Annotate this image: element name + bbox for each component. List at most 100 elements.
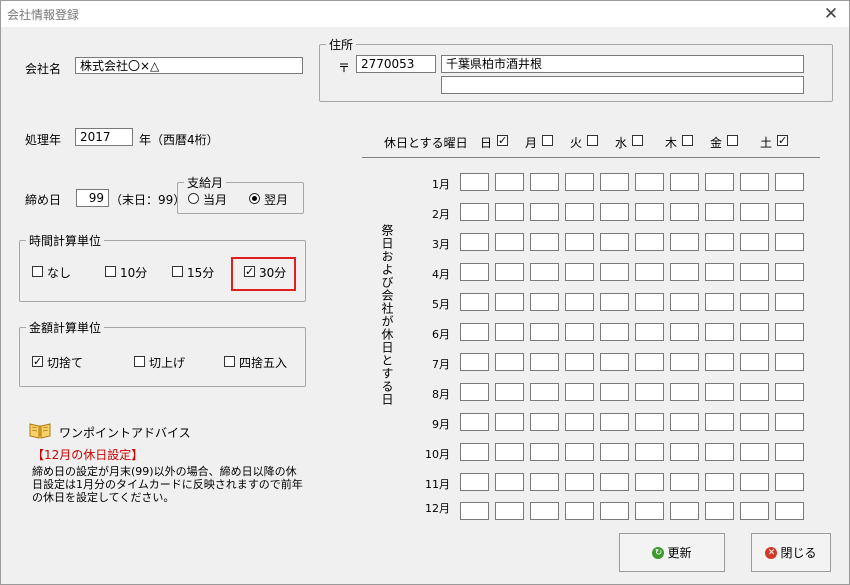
holiday-date-cell[interactable] [460,203,489,221]
close-button[interactable]: ✕ 閉じる [751,533,831,572]
holiday-date-cell[interactable] [740,383,769,401]
holiday-date-cell[interactable] [635,203,664,221]
holiday-date-cell[interactable] [635,502,664,520]
holiday-date-cell[interactable] [495,443,524,461]
holiday-date-cell[interactable] [705,383,734,401]
holiday-date-cell[interactable] [530,323,559,341]
holiday-date-cell[interactable] [740,293,769,311]
holiday-date-cell[interactable] [460,413,489,431]
weekday-sun-checkbox[interactable]: ✓ [497,135,508,146]
holiday-date-cell[interactable] [495,473,524,491]
holiday-date-cell[interactable] [705,473,734,491]
holiday-date-cell[interactable] [670,263,699,281]
holiday-date-cell[interactable] [775,263,804,281]
amount-round-checkbox[interactable] [224,356,235,367]
holiday-date-cell[interactable] [565,233,594,251]
holiday-date-cell[interactable] [565,353,594,371]
holiday-date-cell[interactable] [740,173,769,191]
holiday-date-cell[interactable] [670,383,699,401]
holiday-date-cell[interactable] [530,173,559,191]
holiday-date-cell[interactable] [600,353,629,371]
holiday-date-cell[interactable] [705,502,734,520]
holiday-date-cell[interactable] [670,293,699,311]
close-icon[interactable]: ✕ [819,3,843,25]
holiday-date-cell[interactable] [600,473,629,491]
holiday-date-cell[interactable] [635,473,664,491]
time-unit-none-checkbox[interactable] [32,266,43,277]
holiday-date-cell[interactable] [600,203,629,221]
holiday-date-cell[interactable] [705,293,734,311]
holiday-date-cell[interactable] [670,502,699,520]
holiday-date-cell[interactable] [670,473,699,491]
holiday-date-cell[interactable] [565,413,594,431]
holiday-date-cell[interactable] [600,293,629,311]
holiday-date-cell[interactable] [705,173,734,191]
holiday-date-cell[interactable] [495,323,524,341]
amount-ceil-checkbox[interactable] [134,356,145,367]
holiday-date-cell[interactable] [600,173,629,191]
year-input[interactable]: 2017 [75,128,133,146]
holiday-date-cell[interactable] [740,203,769,221]
holiday-date-cell[interactable] [495,383,524,401]
holiday-date-cell[interactable] [460,353,489,371]
time-unit-10-checkbox[interactable] [105,266,116,277]
holiday-date-cell[interactable] [705,443,734,461]
company-name-input[interactable]: 株式会社〇×△ [75,57,303,74]
holiday-date-cell[interactable] [460,233,489,251]
holiday-date-cell[interactable] [740,502,769,520]
holiday-date-cell[interactable] [740,233,769,251]
holiday-date-cell[interactable] [775,323,804,341]
weekday-mon-checkbox[interactable] [542,135,553,146]
payday-next-radio[interactable] [249,193,260,204]
holiday-date-cell[interactable] [775,173,804,191]
holiday-date-cell[interactable] [635,263,664,281]
holiday-date-cell[interactable] [495,293,524,311]
holiday-date-cell[interactable] [460,173,489,191]
time-unit-15-checkbox[interactable] [172,266,183,277]
holiday-date-cell[interactable] [600,502,629,520]
holiday-date-cell[interactable] [670,413,699,431]
holiday-date-cell[interactable] [775,353,804,371]
weekday-sat-checkbox[interactable]: ✓ [777,135,788,146]
holiday-date-cell[interactable] [670,233,699,251]
holiday-date-cell[interactable] [740,443,769,461]
holiday-date-cell[interactable] [460,473,489,491]
holiday-date-cell[interactable] [565,443,594,461]
holiday-date-cell[interactable] [460,443,489,461]
holiday-date-cell[interactable] [740,473,769,491]
weekday-thu-checkbox[interactable] [682,135,693,146]
weekday-tue-checkbox[interactable] [587,135,598,146]
holiday-date-cell[interactable] [460,502,489,520]
address-line2-input[interactable] [441,76,804,94]
holiday-date-cell[interactable] [670,173,699,191]
holiday-date-cell[interactable] [530,263,559,281]
holiday-date-cell[interactable] [600,323,629,341]
holiday-date-cell[interactable] [530,203,559,221]
holiday-date-cell[interactable] [705,263,734,281]
holiday-date-cell[interactable] [600,443,629,461]
holiday-date-cell[interactable] [635,383,664,401]
holiday-date-cell[interactable] [530,443,559,461]
holiday-date-cell[interactable] [565,293,594,311]
closing-day-input[interactable]: 99 [76,189,109,207]
holiday-date-cell[interactable] [740,413,769,431]
holiday-date-cell[interactable] [705,323,734,341]
holiday-date-cell[interactable] [635,173,664,191]
weekday-wed-checkbox[interactable] [632,135,643,146]
holiday-date-cell[interactable] [635,413,664,431]
holiday-date-cell[interactable] [635,443,664,461]
holiday-date-cell[interactable] [740,323,769,341]
holiday-date-cell[interactable] [495,173,524,191]
holiday-date-cell[interactable] [565,173,594,191]
postal-code-input[interactable]: 2770053 [356,55,436,73]
holiday-date-cell[interactable] [495,353,524,371]
holiday-date-cell[interactable] [530,383,559,401]
holiday-date-cell[interactable] [705,353,734,371]
holiday-date-cell[interactable] [775,443,804,461]
holiday-date-cell[interactable] [705,233,734,251]
holiday-date-cell[interactable] [635,233,664,251]
holiday-date-cell[interactable] [495,502,524,520]
holiday-date-cell[interactable] [460,293,489,311]
holiday-date-cell[interactable] [530,293,559,311]
holiday-date-cell[interactable] [565,323,594,341]
